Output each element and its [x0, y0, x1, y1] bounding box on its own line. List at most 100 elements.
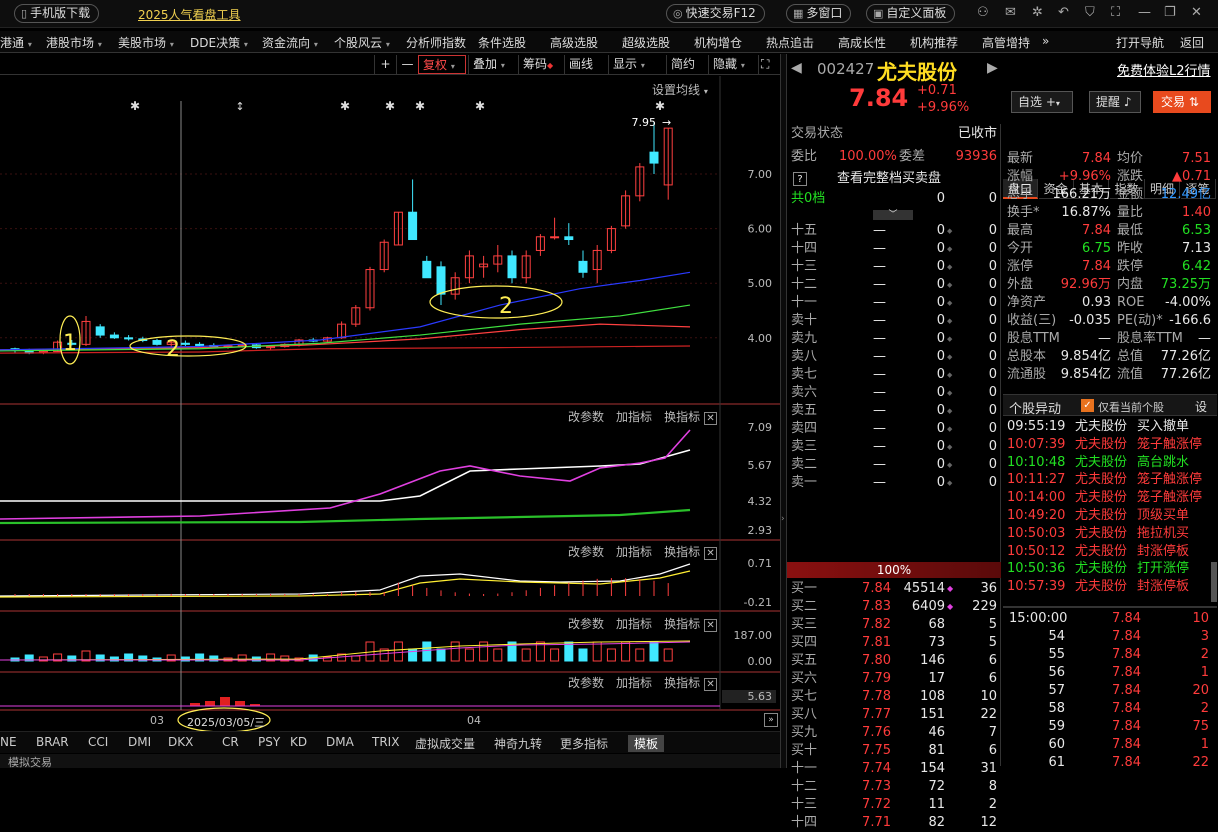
kline-chart-svg[interactable]: 7.00 6.00 5.00 4.00 7.09 5.67 4.32 2.93 0.71 -0.2…: [0, 76, 780, 736]
scrollbar[interactable]: [1211, 562, 1217, 602]
indicator-tab[interactable]: 神奇九转: [494, 735, 542, 752]
mobile-download-button[interactable]: ▯ 手机版下载: [14, 4, 100, 23]
undo-icon[interactable]: ↶: [1058, 5, 1069, 20]
menu-item[interactable]: 高级选股: [550, 34, 598, 51]
zoom-in-button[interactable]: +: [374, 55, 396, 74]
skin-icon[interactable]: ⛉: [1085, 5, 1095, 20]
mail-icon[interactable]: ✉: [1005, 5, 1016, 20]
menu-item[interactable]: 返回: [1180, 34, 1204, 51]
movement-stock[interactable]: 尤夫股份: [1075, 507, 1127, 525]
menu-item[interactable]: 机构增仓: [694, 34, 742, 51]
switch-indicator-link[interactable]: 换指标: [664, 545, 700, 559]
fuquan-dropdown[interactable]: 复权 ▾: [418, 55, 466, 74]
indicator-tab[interactable]: PSY: [258, 735, 280, 749]
menu-item[interactable]: 港股市场 ▾: [46, 34, 102, 51]
menu-item[interactable]: 条件选股: [478, 34, 526, 51]
settings-icon[interactable]: ✲: [1032, 5, 1043, 20]
collapse-icon[interactable]: ›: [781, 514, 785, 524]
menu-item[interactable]: 港通 ▾: [0, 34, 32, 51]
multi-window-button[interactable]: ▦ 多窗口: [786, 4, 852, 23]
menu-item[interactable]: 资金流向 ▾: [262, 34, 318, 51]
indicator-tab[interactable]: CR: [222, 735, 239, 749]
menu-item[interactable]: 分析师指数: [406, 34, 466, 51]
indicator-tab[interactable]: BRAR: [36, 735, 69, 749]
menu-item[interactable]: DDE决策 ▾: [190, 34, 248, 51]
add-indicator-link[interactable]: 加指标: [616, 676, 652, 690]
indicator-tab[interactable]: DKX: [168, 735, 193, 749]
indicator-tab[interactable]: 虚拟成交量: [415, 735, 475, 752]
maximize-icon[interactable]: ❐: [1164, 5, 1176, 20]
expand-icon[interactable]: ⛶: [758, 55, 778, 74]
switch-indicator-link[interactable]: 换指标: [664, 410, 700, 424]
help-icon[interactable]: ?: [793, 172, 807, 186]
checkbox-icon[interactable]: ✓: [1081, 399, 1094, 412]
indicator-tab[interactable]: DMA: [326, 735, 354, 749]
edit-params-link[interactable]: 改参数: [568, 410, 604, 424]
menu-item[interactable]: 机构推荐: [910, 34, 958, 51]
menu-item[interactable]: 高成长性: [838, 34, 886, 51]
prev-stock-icon[interactable]: ◀: [791, 60, 802, 76]
close-icon[interactable]: ✕: [704, 678, 718, 691]
edit-params-link[interactable]: 改参数: [568, 676, 604, 690]
switch-indicator-link[interactable]: 换指标: [664, 676, 700, 690]
sim-trade-label[interactable]: 模拟交易: [8, 756, 52, 769]
user-icon[interactable]: ⚇: [977, 5, 989, 20]
kline-chart-area[interactable]: 7.00 6.00 5.00 4.00 7.09 5.67 4.32 2.93 0.71 -0.2…: [0, 76, 780, 736]
alert-button[interactable]: 提醒 ♪: [1089, 91, 1141, 113]
indicator-tab[interactable]: TRIX: [372, 735, 399, 749]
menu-item[interactable]: 热点追击: [766, 34, 814, 51]
menu-item[interactable]: 打开导航: [1116, 34, 1164, 51]
movement-stock[interactable]: 尤夫股份: [1075, 489, 1127, 507]
free-l2-link[interactable]: 免费体验L2行情: [1117, 60, 1211, 79]
quick-trade-button[interactable]: ◎ 快速交易F12: [666, 4, 765, 23]
full-book-link[interactable]: 查看完整档买卖盘: [837, 170, 941, 188]
movement-stock[interactable]: 尤夫股份: [1075, 543, 1127, 561]
movement-stock[interactable]: 尤夫股份: [1075, 418, 1127, 436]
watchlist-button[interactable]: 自选 +▾: [1011, 91, 1073, 113]
menu-item[interactable]: »: [1042, 34, 1049, 48]
minimize-icon[interactable]: —: [1138, 5, 1151, 20]
menu-item[interactable]: 超级选股: [622, 34, 670, 51]
scroll-right-icon[interactable]: »: [764, 713, 778, 727]
movement-stock[interactable]: 尤夫股份: [1075, 578, 1127, 596]
add-indicator-link[interactable]: 加指标: [616, 617, 652, 631]
movement-settings-button[interactable]: 设: [1195, 398, 1207, 415]
movement-stock[interactable]: 尤夫股份: [1075, 560, 1127, 578]
display-dropdown[interactable]: 显示 ▾: [608, 55, 662, 74]
custom-panel-button[interactable]: ▣ 自定义面板: [866, 4, 956, 23]
chips-toggle[interactable]: 筹码◆: [518, 55, 562, 74]
menu-item[interactable]: 个股风云 ▾: [334, 34, 390, 51]
next-stock-icon[interactable]: ▶: [987, 60, 998, 76]
indicator-tab[interactable]: 模板: [628, 735, 665, 752]
close-icon[interactable]: ✕: [704, 412, 718, 425]
trade-button[interactable]: 交易 ⇅: [1153, 91, 1211, 113]
movement-stock[interactable]: 尤夫股份: [1075, 454, 1127, 472]
zoom-out-button[interactable]: —: [396, 55, 418, 74]
fullscreen-icon[interactable]: ⛶: [1111, 5, 1120, 20]
movement-stock[interactable]: 尤夫股份: [1075, 471, 1127, 489]
indicator-tab[interactable]: NE: [0, 735, 17, 749]
indicator-tab[interactable]: 更多指标: [560, 735, 608, 752]
indicator-tab[interactable]: DMI: [128, 735, 151, 749]
simple-mode-button[interactable]: 简约: [666, 55, 706, 74]
indicator-tab[interactable]: KD: [290, 735, 307, 749]
switch-indicator-link[interactable]: 换指标: [664, 617, 700, 631]
close-icon[interactable]: ✕: [704, 547, 718, 560]
overlay-dropdown[interactable]: 叠加 ▾: [468, 55, 516, 74]
add-indicator-link[interactable]: 加指标: [616, 545, 652, 559]
edit-params-link[interactable]: 改参数: [568, 617, 604, 631]
ma-settings-link[interactable]: 设置均线 ▾: [652, 81, 708, 98]
menu-item[interactable]: 高管增持: [982, 34, 1030, 51]
expand-book-icon[interactable]: ﹀: [873, 210, 913, 220]
movement-stock[interactable]: 尤夫股份: [1075, 436, 1127, 454]
promo-link[interactable]: 2025人气看盘工具: [138, 6, 241, 23]
close-icon[interactable]: ✕: [1191, 5, 1202, 20]
hide-dropdown[interactable]: 隐藏 ▾: [708, 55, 756, 74]
close-icon[interactable]: ✕: [704, 619, 718, 632]
edit-params-link[interactable]: 改参数: [568, 545, 604, 559]
indicator-tab[interactable]: CCI: [88, 735, 108, 749]
menu-item[interactable]: 美股市场 ▾: [118, 34, 174, 51]
draw-line-button[interactable]: 画线: [564, 55, 606, 74]
add-indicator-link[interactable]: 加指标: [616, 410, 652, 424]
movement-stock[interactable]: 尤夫股份: [1075, 525, 1127, 543]
